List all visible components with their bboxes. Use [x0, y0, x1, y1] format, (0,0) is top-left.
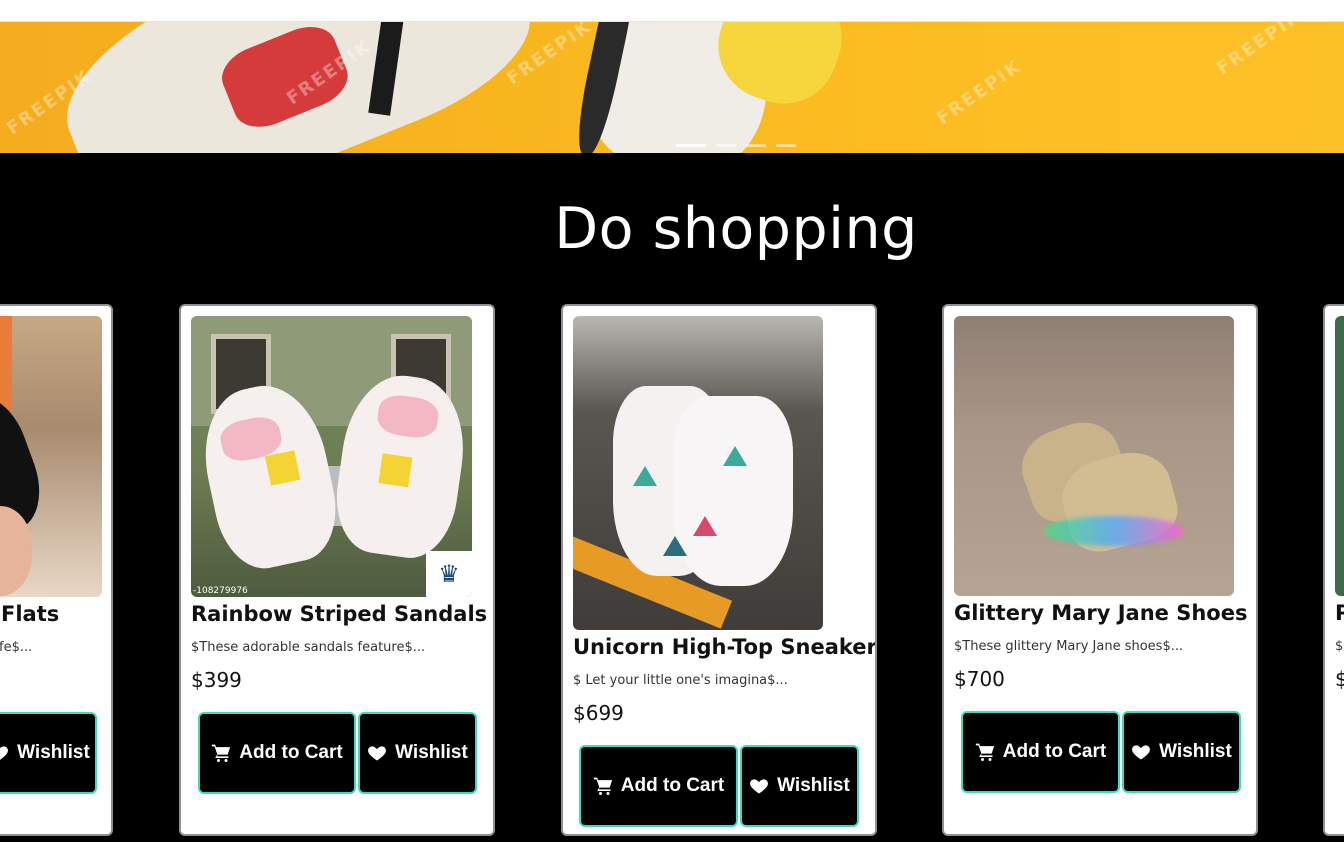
product-price: $ [1335, 667, 1344, 691]
wishlist-label: Wishlist [1159, 741, 1232, 762]
product-image[interactable] [954, 316, 1234, 596]
product-card: ♛ -108279976 Rainbow Striped Sandals $Th… [179, 304, 495, 836]
product-name[interactable]: P [1335, 601, 1344, 625]
carousel-indicator[interactable] [716, 144, 736, 147]
cart-icon [975, 743, 994, 761]
product-description: $ [1335, 639, 1344, 654]
product-price: $399 [191, 668, 242, 692]
wishlist-label: Wishlist [395, 742, 468, 763]
heart-icon [368, 746, 387, 761]
wishlist-button[interactable]: Wishlist [0, 712, 97, 794]
product-image[interactable] [0, 316, 102, 597]
add-to-cart-label: Add to Cart [239, 742, 343, 763]
product-description: fe$... [0, 640, 33, 655]
hero-carousel[interactable]: FREEPIK FREEPIK FREEPIK FREEPIK FREEPIK [0, 22, 1344, 153]
product-price: $700 [954, 667, 1005, 691]
product-name[interactable]: Flats [1, 602, 59, 626]
product-name[interactable]: Unicorn High-Top Sneakers [573, 635, 875, 659]
product-image[interactable] [573, 316, 823, 630]
heart-icon [0, 746, 9, 760]
product-name[interactable]: Glittery Mary Jane Shoes [954, 601, 1247, 625]
product-description: $ Let your little one's imagina$... [573, 673, 788, 688]
section-title: Do shopping [554, 196, 918, 262]
add-to-cart-button[interactable]: Add to Cart [579, 745, 738, 827]
wishlist-label: Wishlist [17, 742, 90, 763]
heart-icon [750, 779, 769, 794]
watermark: FREEPIK [1212, 22, 1306, 80]
cart-icon [212, 744, 231, 762]
wishlist-button[interactable]: Wishlist [1122, 711, 1241, 793]
navbar [0, 0, 1344, 22]
add-to-cart-button[interactable]: Add to Cart [961, 711, 1120, 793]
product-card: Unicorn High-Top Sneakers $ Let your lit… [561, 304, 877, 836]
product-description: $These adorable sandals feature$... [191, 640, 426, 655]
wishlist-button[interactable]: Wishlist [358, 712, 477, 794]
product-price: $699 [573, 701, 624, 725]
image-code: -108279976 [193, 586, 248, 596]
product-description: $These glittery Mary Jane shoes$... [954, 639, 1184, 654]
carousel-indicator[interactable] [676, 144, 706, 147]
add-to-cart-label: Add to Cart [1002, 741, 1107, 762]
product-image[interactable] [1335, 316, 1344, 596]
wishlist-label: Wishlist [777, 775, 850, 796]
crown-icon: ♛ [426, 551, 472, 597]
product-card: P $ $ [1323, 304, 1344, 836]
carousel-indicators [676, 144, 796, 147]
watermark: FREEPIK [932, 55, 1026, 130]
cart-icon [593, 777, 612, 795]
add-to-cart-label: Add to Cart [620, 775, 725, 796]
carousel-indicator[interactable] [746, 144, 766, 147]
wishlist-button[interactable]: Wishlist [740, 745, 859, 827]
heart-icon [1132, 745, 1151, 760]
product-card: Glittery Mary Jane Shoes $These glittery… [942, 304, 1258, 836]
carousel-indicator[interactable] [776, 144, 796, 147]
product-name[interactable]: Rainbow Striped Sandals [191, 602, 487, 626]
product-card: Flats fe$... Wishlist [0, 304, 113, 836]
add-to-cart-button[interactable]: Add to Cart [198, 712, 356, 794]
product-image[interactable]: ♛ -108279976 [191, 316, 472, 597]
